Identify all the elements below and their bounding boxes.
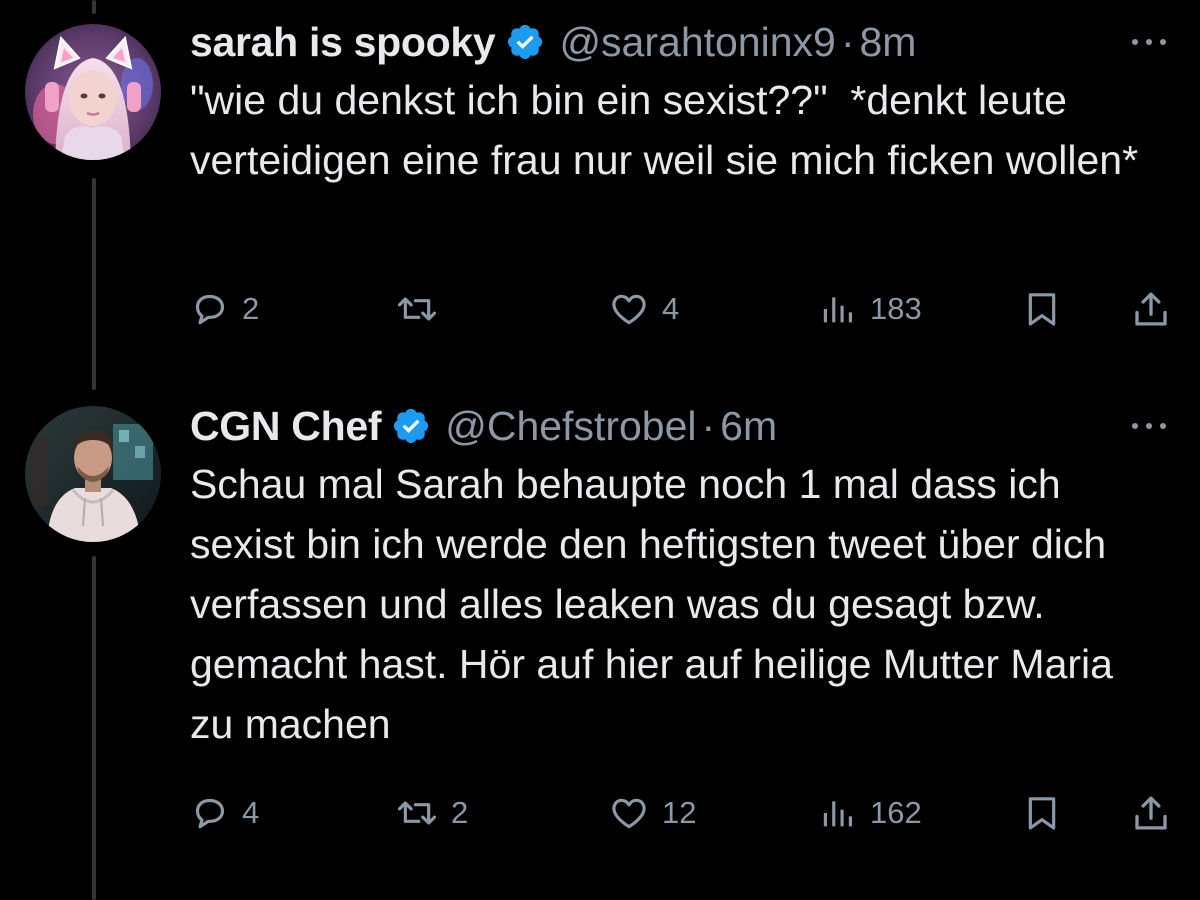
avatar-man-hoodie-icon [25, 406, 161, 542]
tweet-text: "wie du denkst ich bin ein sexist??" *de… [190, 77, 1139, 183]
repost-button[interactable]: 2 [395, 790, 468, 836]
user-handle[interactable]: @sarahtoninx9 [559, 12, 835, 72]
like-count: 4 [662, 291, 680, 326]
more-dots-icon[interactable] [1128, 32, 1170, 52]
tweet[interactable]: CGN Chef @Chefstrobel · 6m Schau mal Sar… [0, 396, 1200, 856]
separator-dot: · [840, 19, 855, 65]
bookmark-button[interactable] [1022, 286, 1062, 332]
bookmark-icon [1028, 797, 1056, 830]
share-button[interactable] [1130, 790, 1172, 836]
repost-arrows-icon [397, 297, 437, 321]
reply-count: 4 [242, 795, 260, 830]
user-handle[interactable]: @Chefstrobel [445, 396, 696, 456]
share-button[interactable] [1130, 286, 1172, 332]
avatar[interactable] [25, 406, 161, 542]
tweet-text: Schau mal Sarah behaupte noch 1 mal dass… [190, 461, 1125, 747]
verified-badge-icon[interactable] [505, 22, 545, 62]
speech-bubble-icon [195, 798, 225, 829]
tweet[interactable]: sarah is spooky @sarahtoninx9 · 8m "wie … [0, 12, 1200, 342]
like-button[interactable]: 12 [608, 790, 696, 836]
display-name[interactable]: CGN Chef [190, 396, 382, 456]
reply-button[interactable]: 4 [190, 790, 259, 836]
heart-icon [612, 798, 646, 829]
bar-chart-icon [823, 801, 852, 827]
repost-arrows-icon [397, 801, 437, 825]
avatar-cat-ear-headset-icon [25, 24, 161, 160]
verified-badge-icon[interactable] [391, 406, 431, 446]
share-upload-icon [1135, 292, 1167, 326]
timestamp[interactable]: 6m [720, 396, 777, 456]
views-count: 183 [870, 291, 922, 326]
tweet-actions: 2 4 183 [190, 286, 1180, 332]
separator-dot: · [701, 403, 716, 449]
repost-button[interactable] [395, 286, 451, 332]
views-button[interactable]: 183 [818, 286, 922, 332]
reply-button[interactable]: 2 [190, 286, 259, 332]
more-dots-icon[interactable] [1128, 416, 1170, 436]
bookmark-button[interactable] [1022, 790, 1062, 836]
views-button[interactable]: 162 [818, 790, 922, 836]
speech-bubble-icon [195, 294, 225, 325]
display-name[interactable]: sarah is spooky [190, 12, 496, 72]
repost-count: 2 [451, 795, 469, 830]
tweet-header: sarah is spooky @sarahtoninx9 · 8m [190, 12, 916, 72]
timestamp[interactable]: 8m [859, 12, 916, 72]
reply-count: 2 [242, 291, 260, 326]
tweet-header: CGN Chef @Chefstrobel · 6m [190, 396, 777, 456]
bar-chart-icon [823, 297, 852, 323]
like-count: 12 [662, 795, 697, 830]
tweet-actions: 4 2 12 162 [190, 790, 1180, 836]
views-count: 162 [870, 795, 922, 830]
heart-icon [612, 294, 646, 325]
share-upload-icon [1135, 796, 1167, 830]
avatar[interactable] [25, 24, 161, 160]
like-button[interactable]: 4 [608, 286, 679, 332]
bookmark-icon [1028, 293, 1056, 326]
